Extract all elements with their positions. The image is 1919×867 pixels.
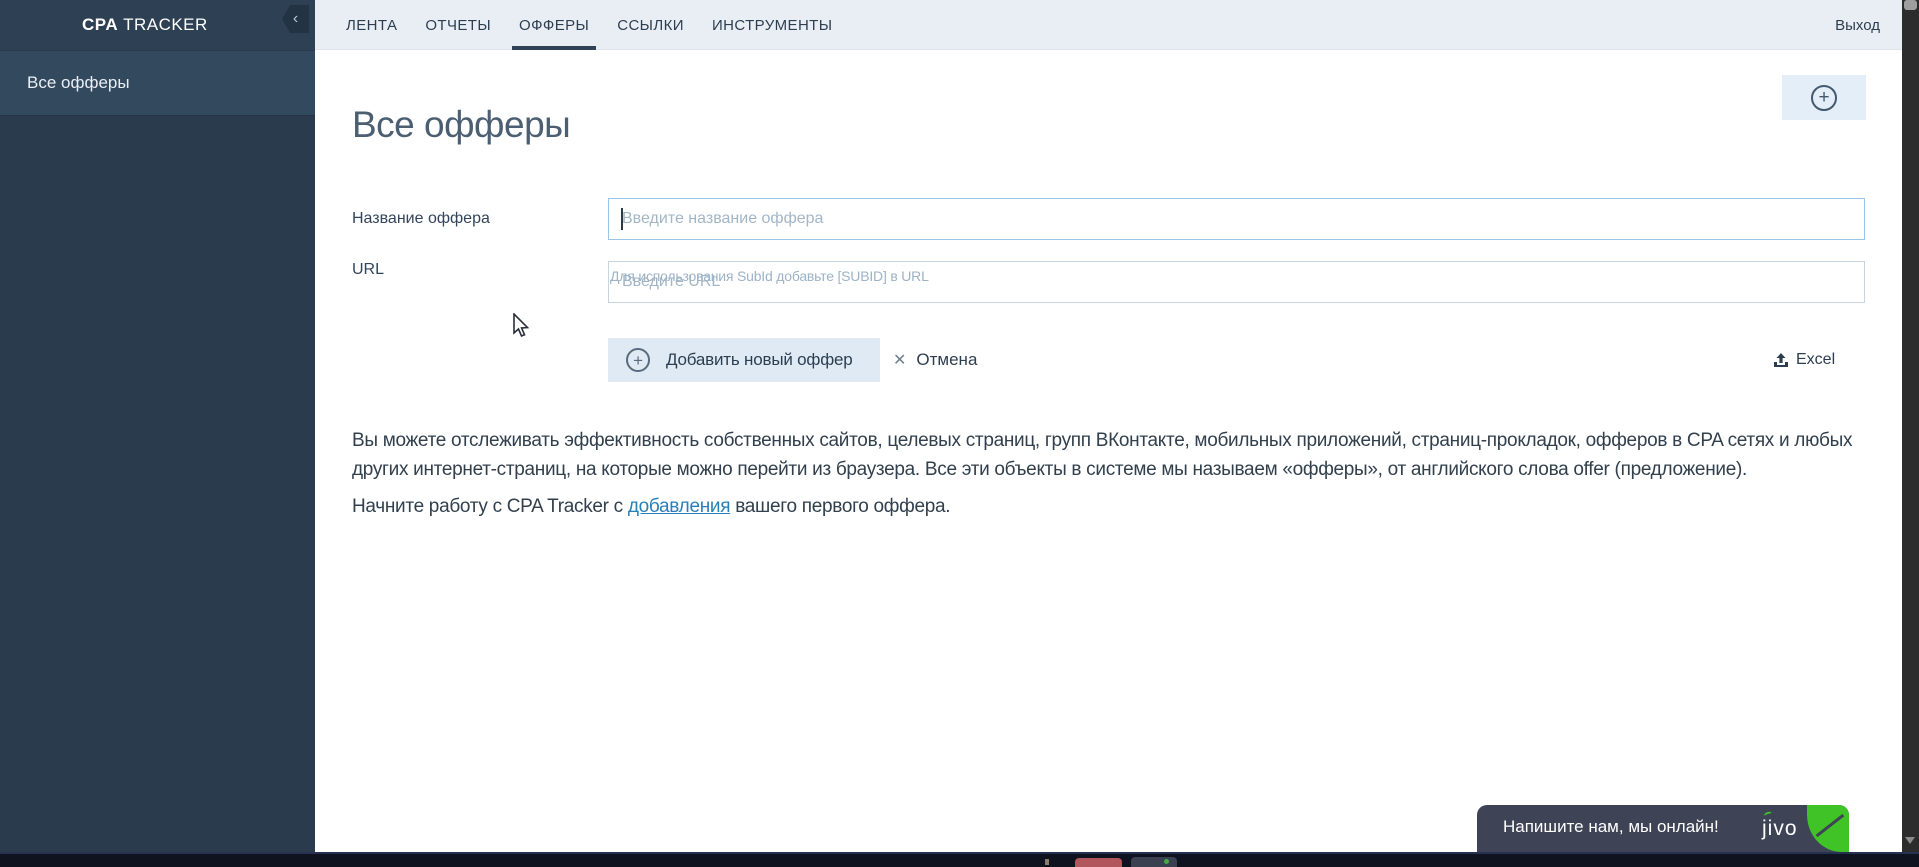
sidebar-item-all-offers[interactable]: Все офферы: [0, 51, 315, 116]
taskbar-sliver: [0, 852, 1919, 867]
app-logo-bold: CPA: [82, 15, 119, 34]
vertical-scrollbar[interactable]: [1902, 0, 1919, 852]
upload-icon: [1774, 352, 1788, 367]
tab-ssylki[interactable]: ССЫЛКИ: [617, 0, 684, 50]
cancel-button[interactable]: ✕ Отмена: [893, 338, 977, 382]
chat-widget[interactable]: Напишите нам, мы онлайн! jivo: [1477, 805, 1849, 852]
offer-url-label: URL: [352, 261, 385, 278]
plus-circle-icon: +: [626, 348, 650, 372]
leaf-icon: [1807, 805, 1849, 852]
taskbar-item-small: [1045, 859, 1049, 865]
taskbar-item-red: [1075, 858, 1122, 867]
add-offer-submit-label: Добавить новый оффер: [666, 350, 853, 369]
text-caret: [621, 208, 623, 230]
chat-message: Напишите нам, мы онлайн!: [1503, 817, 1719, 836]
offer-name-label: Название оффера: [352, 210, 490, 227]
nav-tabs: ЛЕНТА ОТЧЕТЫ ОФФЕРЫ ССЫЛКИ ИНСТРУМЕНТЫ: [346, 0, 832, 50]
start-suffix: вашего первого оффера.: [730, 496, 951, 517]
taskbar-item-gray: [1131, 857, 1177, 867]
sidebar: Все офферы: [0, 50, 315, 852]
brand-bar: CPA TRACKER ‹: [0, 0, 315, 50]
excel-label: Excel: [1796, 351, 1836, 368]
add-offer-toggle-button[interactable]: +: [1782, 75, 1866, 120]
description-paragraph: Вы можете отслеживать эффективность собс…: [352, 430, 1853, 480]
tab-offery[interactable]: ОФФЕРЫ: [512, 0, 597, 50]
jivo-logo: jivo: [1762, 817, 1798, 840]
getting-started-line: Начните работу с CPA Tracker с добавлени…: [352, 496, 951, 518]
page-title: Все офферы: [352, 104, 571, 145]
main-content: Все офферы + Название оффера URL Для исп…: [315, 50, 1902, 852]
add-offer-link[interactable]: добавления: [628, 496, 731, 517]
subid-hint: Для использования SubId добавьте [SUBID]…: [610, 268, 929, 284]
sidebar-collapse-button[interactable]: ‹: [282, 5, 309, 33]
scrollbar-thumb[interactable]: [1904, 0, 1917, 10]
offer-name-input[interactable]: [608, 198, 1865, 240]
tab-instrumenty[interactable]: ИНСТРУМЕНТЫ: [712, 0, 833, 50]
app-logo: CPA TRACKER: [82, 15, 208, 35]
scroll-down-arrow-icon[interactable]: [1905, 837, 1915, 844]
excel-export-button[interactable]: Excel: [1773, 338, 1835, 382]
add-offer-submit-button[interactable]: + Добавить новый оффер: [608, 338, 880, 382]
plus-circle-icon: +: [1811, 84, 1837, 111]
tab-otchety[interactable]: ОТЧЕТЫ: [425, 0, 491, 50]
start-prefix: Начните работу с CPA Tracker с: [352, 496, 628, 517]
top-navbar: ЛЕНТА ОТЧЕТЫ ОФФЕРЫ ССЫЛКИ ИНСТРУМЕНТЫ В…: [315, 0, 1902, 50]
logout-button[interactable]: Выход: [1835, 0, 1880, 50]
close-icon: ✕: [893, 352, 907, 369]
app-logo-rest: TRACKER: [123, 15, 208, 34]
chevron-left-icon: ‹: [292, 10, 299, 27]
tab-lenta[interactable]: ЛЕНТА: [346, 0, 397, 50]
app-window: CPA TRACKER ‹ ЛЕНТА ОТЧЕТЫ ОФФЕРЫ ССЫЛКИ…: [0, 0, 1919, 867]
cancel-label: Отмена: [916, 350, 978, 369]
